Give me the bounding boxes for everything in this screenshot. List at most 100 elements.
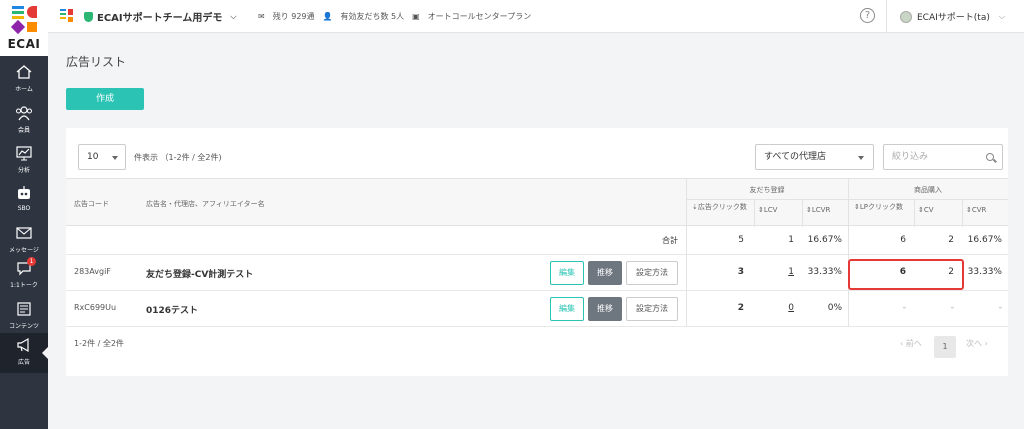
lcvr: 0%	[827, 303, 842, 313]
help-icon[interactable]: ?	[860, 8, 875, 23]
top-bar: ECAIサポートチーム用デモ ⌵ ✉ 残り 929通 👤 有効友だち数 5人 ▣ オー…	[48, 0, 1024, 33]
ad-code: RxC699Uu	[74, 303, 117, 312]
total-cvr: 16.67%	[967, 235, 1002, 245]
footer-count: 1-2件 / 全2件	[74, 339, 124, 348]
sidebar-item-ads[interactable]: 広告	[0, 333, 48, 373]
user-name: ECAIサポート(ta)	[917, 13, 990, 23]
active-caret	[42, 347, 48, 359]
members-icon	[16, 106, 32, 121]
notification-badge: 1	[27, 257, 36, 266]
header-code: 広告コード	[74, 200, 109, 208]
total-lcv: 1	[788, 235, 794, 245]
sidebar-item-home[interactable]: ホーム	[0, 60, 48, 100]
edit-button[interactable]: 編集	[550, 261, 584, 285]
mail-icon: ✉	[258, 12, 265, 21]
header-name: 広告名・代理店、アフィリエイター名	[146, 200, 265, 208]
lcv-link[interactable]: 0	[754, 303, 794, 313]
logo-text: ECAI	[7, 37, 41, 51]
group-header-friends: 友だち登録	[749, 186, 785, 194]
total-cv: 2	[948, 235, 954, 245]
sidebar-item-label: 会員	[17, 127, 30, 134]
remaining-messages: 残り 929通	[272, 12, 315, 21]
ad-name: 友だち登録-CV計測テスト	[146, 270, 254, 280]
logo-mark-icon	[10, 6, 38, 35]
page-size-value: 10	[87, 152, 99, 162]
search-icon[interactable]	[986, 153, 994, 161]
ad-clicks: 3	[737, 267, 744, 277]
header-lcv[interactable]: ⇕LCV	[758, 206, 777, 214]
user-menu[interactable]: ECAIサポート(ta) ⌵	[900, 10, 1005, 23]
message-icon	[16, 227, 32, 239]
sidebar-item-analytics[interactable]: 分析	[0, 141, 48, 181]
person-icon: 👤	[322, 12, 333, 21]
sidebar-item-label: 1:1トーク	[10, 282, 38, 289]
lp-clicks: -	[902, 303, 906, 313]
sidebar-item-label: コンテンツ	[8, 323, 39, 330]
total-lcvr: 16.67%	[807, 235, 842, 245]
sidebar-item-content[interactable]: コンテンツ	[0, 297, 48, 337]
prev-page-button[interactable]: ‹ 前へ	[900, 338, 922, 349]
cv: -	[950, 303, 954, 313]
sidebar: ECAI ホーム 会員 分析 SBO メッセージ 1 1:1トーク コンテンツ …	[0, 0, 48, 429]
agency-select[interactable]: すべての代理店	[755, 144, 874, 170]
create-button[interactable]: 作成	[66, 88, 144, 110]
sidebar-item-sbo[interactable]: SBO	[0, 181, 48, 221]
ad-list-card: 10 件表示 （1-2件 / 全2件) すべての代理店 絞り込み 友だち登録 商…	[66, 128, 1008, 376]
trend-button[interactable]: 推移	[588, 261, 622, 285]
chevron-down-icon: ⌵	[998, 11, 1005, 21]
lcvr: 33.33%	[807, 267, 842, 277]
table-row: RxC699Uu 0126テスト 編集 推移 設定方法 2 0 0% - - -	[66, 291, 1008, 327]
group-header-purchase: 商品購入	[914, 186, 942, 194]
content-icon	[17, 302, 31, 316]
chevron-down-icon: ⌵	[230, 11, 237, 21]
total-ad-clicks: 5	[738, 235, 744, 245]
avatar	[900, 10, 912, 23]
sidebar-item-talk[interactable]: 1 1:1トーク	[0, 256, 48, 296]
header-lcvr[interactable]: ⇕LCVR	[806, 206, 830, 214]
showing-count: 件表示 （1-2件 / 全2件)	[134, 153, 222, 162]
ad-clicks: 2	[737, 303, 744, 313]
header-cv[interactable]: ⇕CV	[918, 206, 934, 214]
home-icon	[16, 65, 32, 79]
plan-name: オートコールセンタープラン	[427, 12, 532, 21]
agency-value: すべての代理店	[764, 152, 827, 162]
robot-icon	[18, 186, 30, 199]
filter-input[interactable]: 絞り込み	[883, 144, 1003, 170]
verified-shield-icon	[84, 11, 93, 22]
divider	[886, 0, 887, 33]
plan-icon: ▣	[412, 12, 420, 21]
chevron-down-icon	[858, 156, 864, 160]
account-name: ECAIサポートチーム用デモ	[97, 13, 223, 24]
cvr: 33.33%	[967, 267, 1002, 277]
sidebar-item-label: 分析	[17, 167, 30, 174]
header-lp-clicks[interactable]: ⇕LPクリック数	[854, 202, 912, 212]
trend-button[interactable]: 推移	[588, 297, 622, 321]
chevron-down-icon	[112, 156, 118, 160]
app-logo[interactable]: ECAI	[0, 0, 48, 56]
friend-count: 有効友だち数 5人	[340, 12, 405, 21]
analytics-icon	[16, 146, 32, 161]
header-ad-clicks[interactable]: ⇣広告クリック数	[692, 202, 750, 212]
lcv-link[interactable]: 1	[754, 267, 794, 277]
settings-method-button[interactable]: 設定方法	[626, 261, 678, 285]
next-page-button[interactable]: 次へ ›	[966, 338, 988, 349]
edit-button[interactable]: 編集	[550, 297, 584, 321]
page-title: 広告リスト	[66, 55, 127, 69]
sidebar-item-label: メッセージ	[9, 247, 39, 254]
account-switcher[interactable]: ECAIサポートチーム用デモ ⌵	[84, 9, 236, 24]
total-row: 合計 5 1 16.67% 6 2 16.67%	[66, 226, 1008, 255]
table-header: 友だち登録 商品購入 広告コード 広告名・代理店、アフィリエイター名 ⇣広告クリ…	[66, 178, 1008, 227]
sidebar-item-members[interactable]: 会員	[0, 101, 48, 141]
ad-code: 283AvgiF	[74, 267, 111, 276]
settings-method-button[interactable]: 設定方法	[626, 297, 678, 321]
page-1-button[interactable]: 1	[934, 336, 956, 358]
ad-name: 0126テスト	[146, 306, 199, 316]
sidebar-item-message[interactable]: メッセージ	[0, 221, 48, 261]
app-mini-logo-icon[interactable]	[60, 9, 74, 23]
filter-placeholder: 絞り込み	[892, 152, 929, 162]
sidebar-item-label: SBO	[17, 205, 31, 212]
total-lp-clicks: 6	[900, 235, 906, 245]
page-size-select[interactable]: 10	[78, 144, 126, 170]
cvr: -	[998, 303, 1002, 313]
header-cvr[interactable]: ⇕CVR	[966, 206, 986, 214]
